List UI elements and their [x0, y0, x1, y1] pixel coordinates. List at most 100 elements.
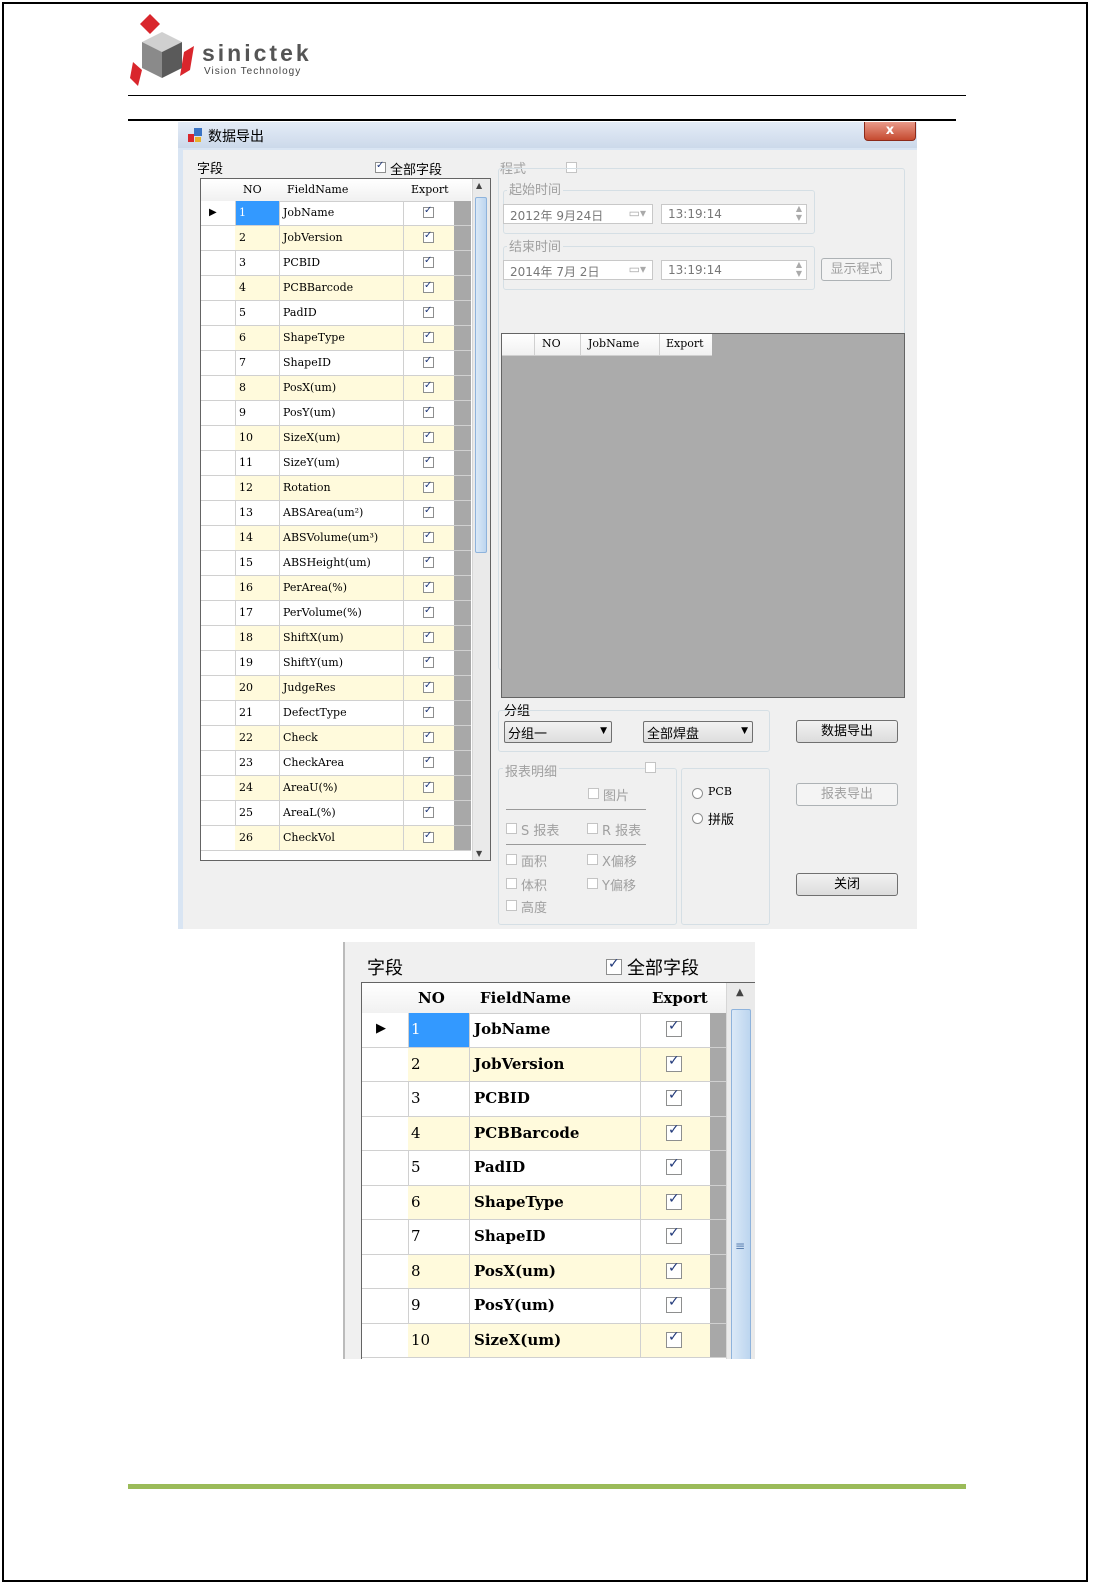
row-header[interactable]	[201, 626, 236, 650]
cell-no[interactable]: 18	[239, 631, 253, 644]
cell-no[interactable]: 2	[411, 1055, 421, 1073]
table-row[interactable]: 1 JobName ▶	[201, 201, 471, 226]
col-header-export[interactable]: Export	[411, 183, 449, 196]
program-col-jobname[interactable]: JobName	[588, 337, 639, 350]
window-close-button[interactable]: x	[864, 122, 916, 141]
start-time-picker[interactable]: 13:19:14 ▲ ▼	[661, 204, 807, 224]
export-checkbox[interactable]	[666, 1053, 682, 1072]
row-header[interactable]	[201, 301, 236, 325]
export-checkbox[interactable]	[666, 1156, 682, 1175]
cell-fieldname[interactable]: PCBBarcode	[474, 1124, 579, 1142]
table-row[interactable]: 12 Rotation	[201, 476, 471, 501]
row-header[interactable]	[362, 1220, 409, 1254]
row-header[interactable]	[201, 701, 236, 725]
cell-no[interactable]: 16	[239, 581, 253, 594]
table-row[interactable]: 23 CheckArea	[201, 751, 471, 776]
table-row[interactable]: 8 PosX(um)	[201, 376, 471, 401]
export-checkbox[interactable]	[423, 605, 434, 618]
cell-no[interactable]: 17	[239, 606, 253, 619]
cell-no[interactable]: 12	[239, 481, 253, 494]
export-checkbox[interactable]	[666, 1294, 682, 1313]
export-checkbox[interactable]	[423, 730, 434, 743]
row-header[interactable]	[201, 251, 236, 275]
zoom-fields-grid[interactable]: NO FieldName Export 1 JobName ▶ 2 JobVersion…	[361, 982, 755, 1359]
table-row[interactable]: 1 JobName ▶	[362, 1013, 726, 1048]
cell-fieldname[interactable]: PosY(um)	[474, 1296, 555, 1314]
cell-no[interactable]: 14	[239, 531, 253, 544]
cell-no[interactable]: 10	[239, 431, 253, 444]
program-col-export[interactable]: Export	[666, 337, 704, 350]
export-checkbox[interactable]	[423, 330, 434, 343]
row-header[interactable]	[201, 676, 236, 700]
table-row[interactable]: 2 JobVersion	[362, 1047, 726, 1082]
table-row[interactable]: 21 DefectType	[201, 701, 471, 726]
table-row[interactable]: 2 JobVersion	[201, 226, 471, 251]
cell-no[interactable]: 1	[239, 206, 246, 219]
cell-fieldname[interactable]: ABSVolume(um³)	[283, 531, 378, 544]
cell-no[interactable]: 6	[411, 1193, 421, 1211]
scroll-up-icon[interactable]: ▲	[476, 181, 482, 190]
cell-fieldname[interactable]: ABSArea(um²)	[283, 506, 363, 519]
cell-fieldname[interactable]: ShapeID	[474, 1227, 546, 1245]
height-checkbox[interactable]	[506, 900, 517, 911]
x-shift-checkbox[interactable]	[587, 854, 598, 865]
cell-no[interactable]: 3	[239, 256, 246, 269]
table-row[interactable]: 14 ABSVolume(um³)	[201, 526, 471, 551]
cell-fieldname[interactable]: ShiftY(um)	[283, 656, 343, 669]
cell-fieldname[interactable]: PCBID	[283, 256, 320, 269]
cell-no[interactable]: 10	[411, 1331, 430, 1349]
cell-no[interactable]: 7	[411, 1227, 421, 1245]
table-row[interactable]: 11 SizeY(um)	[201, 451, 471, 476]
export-checkbox[interactable]	[423, 830, 434, 843]
zoom-col-header-fieldname[interactable]: FieldName	[480, 989, 571, 1007]
cell-no[interactable]: 15	[239, 556, 253, 569]
table-row[interactable]: 8 PosX(um)	[362, 1254, 726, 1289]
cell-fieldname[interactable]: PosX(um)	[283, 381, 336, 394]
cell-no[interactable]: 3	[411, 1089, 421, 1107]
row-header[interactable]	[201, 826, 236, 850]
row-header[interactable]	[201, 601, 236, 625]
row-header[interactable]	[201, 276, 236, 300]
cell-fieldname[interactable]: PCBBarcode	[283, 281, 353, 294]
end-time-picker[interactable]: 13:19:14 ▲ ▼	[661, 260, 807, 280]
cell-no[interactable]: 4	[239, 281, 246, 294]
cell-no[interactable]: 2	[239, 231, 246, 244]
cell-no[interactable]: 4	[411, 1124, 421, 1142]
row-header[interactable]	[362, 1116, 409, 1150]
cell-fieldname[interactable]: JobName	[283, 206, 334, 219]
export-checkbox[interactable]	[423, 530, 434, 543]
export-checkbox[interactable]	[423, 580, 434, 593]
table-row[interactable]: 10 SizeX(um)	[362, 1323, 726, 1358]
row-header[interactable]	[201, 576, 236, 600]
export-checkbox[interactable]	[423, 305, 434, 318]
table-row[interactable]: 10 SizeX(um)	[201, 426, 471, 451]
export-checkbox[interactable]	[423, 505, 434, 518]
cell-fieldname[interactable]: ShapeID	[283, 356, 331, 369]
export-checkbox[interactable]	[666, 1225, 682, 1244]
export-checkbox[interactable]	[423, 655, 434, 668]
cell-fieldname[interactable]: JobName	[474, 1020, 550, 1038]
export-checkbox[interactable]	[423, 480, 434, 493]
table-row[interactable]: 7 ShapeID	[201, 351, 471, 376]
table-row[interactable]: 6 ShapeType	[201, 326, 471, 351]
export-checkbox[interactable]	[666, 1260, 682, 1279]
row-header[interactable]	[201, 776, 236, 800]
table-row[interactable]: 17 PerVolume(%)	[201, 601, 471, 626]
row-header[interactable]	[362, 1151, 409, 1185]
report-export-button[interactable]: 报表导出	[796, 783, 898, 806]
row-header[interactable]	[201, 226, 236, 250]
cell-fieldname[interactable]: CheckArea	[283, 756, 344, 769]
cell-no[interactable]: 13	[239, 506, 253, 519]
table-row[interactable]: 3 PCBID	[201, 251, 471, 276]
export-checkbox[interactable]	[423, 230, 434, 243]
cell-fieldname[interactable]: SizeY(um)	[283, 456, 340, 469]
table-row[interactable]: 7 ShapeID	[362, 1220, 726, 1255]
row-header[interactable]	[201, 451, 236, 475]
cell-fieldname[interactable]: SizeX(um)	[474, 1331, 561, 1349]
row-header[interactable]	[362, 1289, 409, 1323]
cell-fieldname[interactable]: PosY(um)	[283, 406, 336, 419]
cell-fieldname[interactable]: Rotation	[283, 481, 331, 494]
cell-fieldname[interactable]: ShapeType	[283, 331, 345, 344]
row-header[interactable]	[201, 326, 236, 350]
table-row[interactable]: 24 AreaU(%)	[201, 776, 471, 801]
